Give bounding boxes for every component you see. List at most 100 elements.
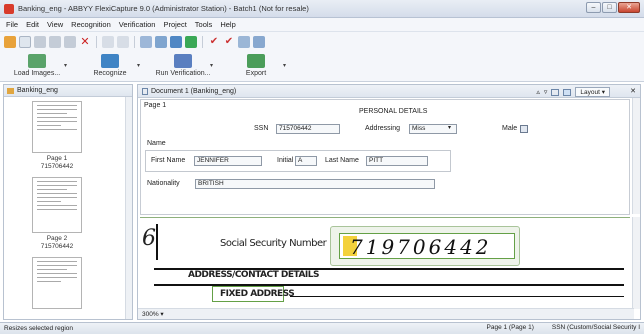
fixed-address-label: FIXED ADDRESS [220, 289, 295, 299]
data-form: Page 1 PERSONAL DETAILS SSN 715706442 Ad… [140, 99, 630, 215]
address-heading: ADDRESS/CONTACT DETAILS [188, 270, 320, 280]
name-group-label: Name [147, 140, 166, 147]
ssn-region-frame[interactable]: 719706442 [330, 226, 520, 266]
page-next-icon[interactable] [185, 36, 197, 48]
ssn-label: SSN [254, 125, 269, 132]
recognize-button[interactable]: Recognize [77, 52, 143, 77]
page-thumbnail-label: Page 1 715706442 [40, 155, 74, 170]
redo-icon[interactable] [117, 36, 129, 48]
status-bar: Resizes selected region Page 1 (Page 1) … [0, 322, 644, 334]
ssn-selected-region[interactable]: 719706442 [339, 233, 515, 259]
menu-help[interactable]: Help [220, 20, 235, 29]
image-number: 6 [142, 226, 156, 251]
document-pane: Document 1 (Banking_eng) ▵ ▿ Layout ▾ ✕ … [137, 84, 641, 320]
close-button[interactable]: ✕ [618, 2, 640, 13]
image-scrollbar[interactable] [632, 217, 640, 309]
cut-icon[interactable] [34, 36, 46, 48]
ssn-field[interactable]: 715706442 [276, 124, 340, 134]
document-header: Document 1 (Banking_eng) ▵ ▿ Layout ▾ ✕ [138, 85, 640, 98]
male-label: Male [502, 125, 518, 132]
new-document-icon[interactable] [19, 36, 31, 48]
paste-icon[interactable] [64, 36, 76, 48]
initial-field[interactable]: A [295, 156, 317, 166]
thumbnails-scrollbar[interactable] [125, 97, 132, 319]
close-icon[interactable]: ✕ [630, 87, 636, 95]
minimize-button[interactable]: – [586, 2, 601, 13]
image-export-icon[interactable] [170, 36, 182, 48]
menu-project[interactable]: Project [163, 20, 186, 29]
scan-icon[interactable] [140, 36, 152, 48]
status-page: Page 1 (Page 1) [486, 324, 534, 331]
male-checkbox[interactable] [520, 125, 528, 133]
layout-dropdown[interactable]: Layout ▾ [575, 87, 610, 97]
standard-toolbar: ✕ ✔ ✔ [0, 32, 644, 52]
run-verification-button[interactable]: Run Verification... [150, 52, 216, 77]
menu-recognition[interactable]: Recognition [71, 20, 111, 29]
image-line [156, 224, 158, 260]
page-thumbnail[interactable] [32, 101, 82, 153]
status-field: SSN (Custom/Social Security I [551, 324, 640, 331]
delete-icon[interactable]: ✕ [79, 36, 91, 48]
toolbar-separator [96, 36, 97, 48]
grid-icon[interactable] [551, 88, 560, 96]
page-thumbnail[interactable] [32, 177, 82, 233]
chevron-down-icon[interactable]: ▾ [64, 62, 67, 69]
nationality-label: Nationality [147, 180, 180, 187]
app-icon [4, 3, 14, 14]
ssn-caption: Social Security Number [220, 238, 327, 249]
toolbar-separator [134, 36, 135, 48]
zoom-level[interactable]: 300% ▾ [142, 310, 164, 318]
form-scrollbar[interactable] [632, 98, 640, 214]
window-title: Banking_eng - ABBYY FlexiCapture 9.0 (Ad… [18, 4, 309, 13]
maximize-button[interactable]: □ [602, 2, 617, 13]
nav-up-icon[interactable]: ▵ [536, 88, 540, 96]
load-images-icon [28, 54, 46, 68]
chevron-down-icon[interactable]: ▾ [283, 62, 286, 69]
first-name-field[interactable]: JENNIFER [194, 156, 262, 166]
first-name-label: First Name [151, 157, 186, 164]
recognize-icon [101, 54, 120, 68]
page-thumbnail[interactable] [32, 257, 82, 309]
menu-edit[interactable]: Edit [26, 20, 39, 29]
verify-icon[interactable]: ✔ [223, 36, 235, 48]
verification-icon [174, 54, 193, 68]
menu-tools[interactable]: Tools [195, 20, 213, 29]
main-toolbar: Load Images... ▾ Recognize ▾ Run Verific… [0, 52, 644, 82]
form-rule [290, 296, 624, 297]
open-folder-icon[interactable] [4, 36, 16, 48]
horizontal-scrollbar[interactable]: 300% ▾ [138, 308, 634, 319]
export-button[interactable]: Export [223, 52, 289, 77]
image-icon[interactable] [155, 36, 167, 48]
folder-icon [7, 87, 14, 94]
section-title: PERSONAL DETAILS [359, 108, 428, 115]
thumbnails-pane: Banking_eng Page 1 715706442 Page 2 715706… [3, 84, 133, 320]
chevron-down-icon[interactable]: ▾ [137, 62, 140, 69]
title-bar: Banking_eng - ABBYY FlexiCapture 9.0 (Ad… [0, 0, 644, 18]
load-images-button[interactable]: Load Images... [4, 52, 70, 77]
ssn-handwritten-digits: 719706442 [350, 235, 492, 259]
initial-label: Initial [277, 157, 294, 164]
menu-file[interactable]: File [6, 20, 18, 29]
layout-icon[interactable] [563, 88, 572, 96]
chevron-down-icon[interactable]: ▾ [448, 124, 451, 131]
document-title: Document 1 (Banking_eng) [151, 87, 237, 95]
image-viewer: 6 Social Security Number 719706442 ADDRE… [140, 217, 630, 307]
check-icon[interactable]: ✔ [208, 36, 220, 48]
last-name-label: Last Name [325, 157, 359, 164]
undo-icon[interactable] [102, 36, 114, 48]
export-icon [247, 54, 266, 68]
batch-icon[interactable] [238, 36, 250, 48]
status-text: Resizes selected region [4, 325, 74, 332]
settings-icon[interactable] [253, 36, 265, 48]
nationality-field[interactable]: BRITISH [195, 179, 435, 189]
document-icon [142, 87, 148, 95]
thumbnails-title: Banking_eng [17, 87, 58, 94]
menu-verification[interactable]: Verification [119, 20, 156, 29]
chevron-down-icon[interactable]: ▾ [210, 62, 213, 69]
addressing-label: Addressing [365, 125, 401, 132]
menu-view[interactable]: View [47, 20, 63, 29]
toolbar-separator [202, 36, 203, 48]
last-name-field[interactable]: PITT [366, 156, 428, 166]
copy-icon[interactable] [49, 36, 61, 48]
nav-down-icon[interactable]: ▿ [544, 88, 548, 96]
